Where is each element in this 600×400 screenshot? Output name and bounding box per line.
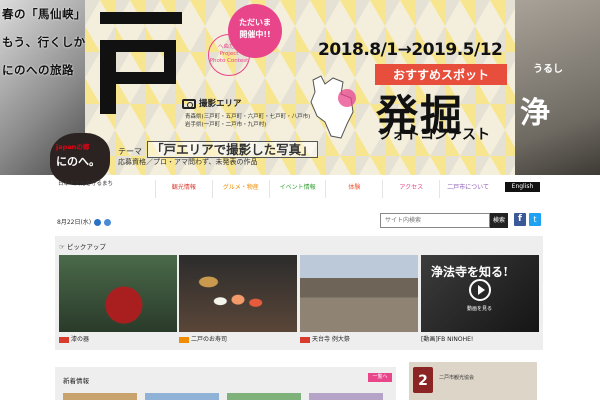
pickup-section: ☞ ピックアップ 漆の器 二戸のお寿司 天台寺 例大祭 浄法寺を知る! 動画を見… <box>55 236 543 350</box>
main-nav: 観光情報 グルメ・物産 イベント情報 体験 アクセス 二戸市について <box>155 180 496 198</box>
hero-poem-line-1: 春の「馬仙峡」を見だけ <box>2 7 85 21</box>
pickup-card-sushi[interactable]: 二戸のお寿司 <box>179 255 297 343</box>
contest-date-range: 2018.8/1→2019.5/12 <box>318 40 503 60</box>
today-date: 8月22日(水) <box>57 217 112 226</box>
nav-item-gourmet[interactable]: グルメ・物産 <box>211 180 269 198</box>
category-tag <box>300 336 310 343</box>
side-banner[interactable]: 2 二戸市観光協会 <box>409 362 537 400</box>
weather-icon <box>104 219 112 226</box>
video-title-overlay: 浄法寺を知る! <box>431 265 509 279</box>
news-heading: 新着情報 <box>63 377 89 385</box>
pickup-card-video[interactable]: 浄法寺を知る! 動画を見る [動画]FB NINOHE! <box>421 255 539 343</box>
weather-icon <box>94 219 102 226</box>
shooting-area-label: 撮影エリア <box>182 97 242 109</box>
region-map-icon <box>310 75 356 139</box>
festival-crowd-image <box>300 255 418 332</box>
news-thumb[interactable] <box>309 393 383 400</box>
logo-caption: 日本の文化を守るまち <box>58 181 114 187</box>
video-thumbnail: 浄法寺を知る! 動画を見る <box>421 255 539 332</box>
category-tag <box>59 336 69 343</box>
watch-video-label: 動画を見る <box>467 306 493 312</box>
pickup-card-lacquer[interactable]: 漆の器 <box>59 255 177 343</box>
banner-badge: 2 <box>413 367 433 393</box>
area-line-aomori: 青森県(三戸町・五戸町・六戸町・七戸町・八戸市) <box>185 114 311 120</box>
now-open-badge: ただいま 開催中!! <box>228 4 282 58</box>
category-tag <box>179 336 189 343</box>
news-thumb[interactable] <box>145 393 219 400</box>
sushi-image <box>179 255 297 332</box>
search-button[interactable]: 検索 <box>490 213 508 228</box>
camera-icon <box>182 98 196 109</box>
nav-item-about[interactable]: 二戸市について <box>439 180 496 198</box>
banner-text: 二戸市観光協会 <box>439 375 475 381</box>
pickup-card-festival[interactable]: 天台寺 例大祭 <box>300 255 418 343</box>
twitter-icon[interactable]: t <box>529 213 541 226</box>
site-logo[interactable]: japanの郷 にのへ。 <box>50 133 110 185</box>
photo-contest-label: フォトコンテスト <box>378 127 490 143</box>
nav-item-experience[interactable]: 体験 <box>325 180 382 198</box>
facebook-icon[interactable]: f <box>514 213 526 226</box>
search-input[interactable] <box>380 213 490 228</box>
area-line-iwate: 岩手県(一戸町・二戸市・九戸村) <box>185 122 267 128</box>
news-section: 新着情報 一覧へ <box>55 367 396 400</box>
hero-right-text: うるし <box>533 64 563 75</box>
hero-right-kanji: 浄 <box>520 96 550 131</box>
play-icon[interactable] <box>469 279 491 301</box>
pickup-heading: ☞ ピックアップ <box>59 243 106 251</box>
news-more-button[interactable]: 一覧へ <box>368 373 392 382</box>
nav-item-events[interactable]: イベント情報 <box>268 180 326 198</box>
to-kanji-logo <box>100 12 182 114</box>
lacquer-bowl-image <box>59 255 177 332</box>
nav-item-access[interactable]: アクセス <box>382 180 439 198</box>
nav-item-sightseeing[interactable]: 観光情報 <box>155 180 212 198</box>
thumb-up-icon: ☞ <box>59 243 65 251</box>
news-thumb[interactable] <box>63 393 137 400</box>
eligibility-text: 応募資格／プロ・アマ問わず、未発表の作品 <box>118 158 258 166</box>
hero-poem-line-3: にのへの旅路 <box>2 63 74 77</box>
contest-theme: テーマ 「戸エリアで撮影した写真」 <box>118 139 318 158</box>
hero-poem-line-2: もう、行くしか無いよ <box>2 35 85 49</box>
news-thumb[interactable] <box>227 393 301 400</box>
english-button[interactable]: English <box>505 182 540 192</box>
